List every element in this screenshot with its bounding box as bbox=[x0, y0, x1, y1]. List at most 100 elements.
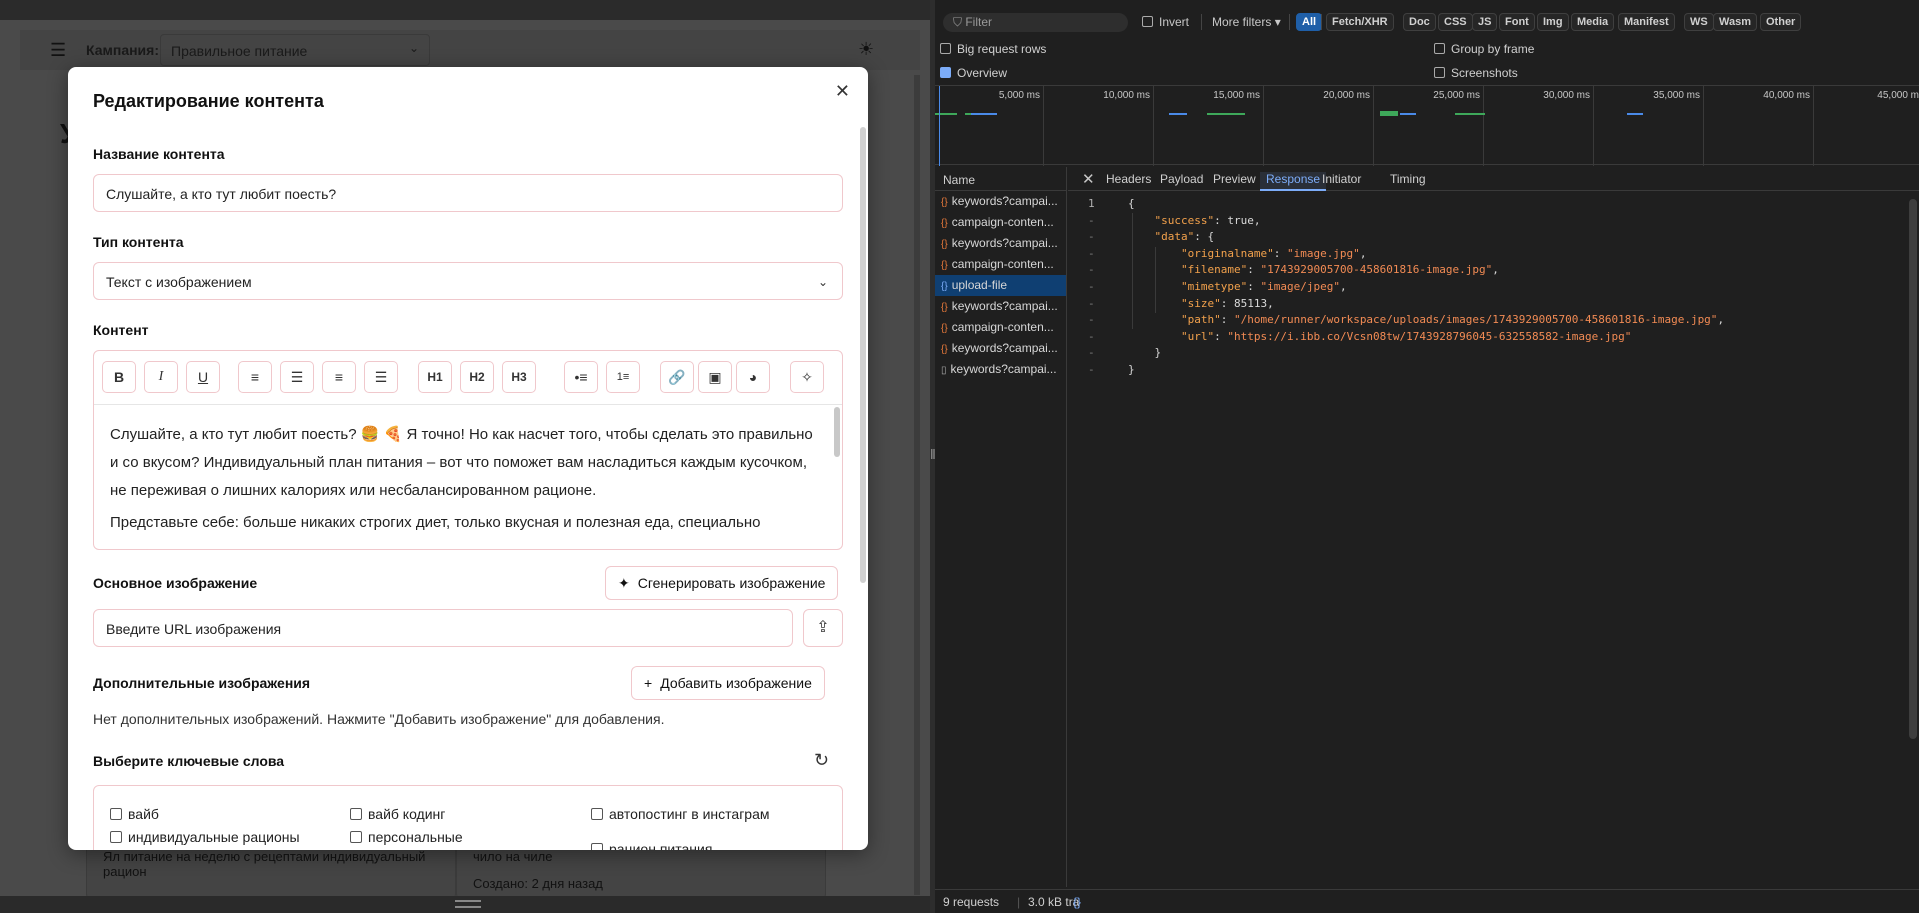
request-row[interactable]: {} campaign-conten... bbox=[935, 317, 1066, 338]
checkbox-icon[interactable] bbox=[1142, 16, 1153, 27]
checkbox-icon[interactable] bbox=[1434, 67, 1445, 78]
filter-chip-font[interactable]: Font bbox=[1499, 13, 1535, 31]
checkbox-icon[interactable] bbox=[110, 831, 122, 843]
tab-headers[interactable]: Headers bbox=[1106, 172, 1151, 186]
theme-toggle-icon[interactable]: ☀ bbox=[858, 39, 874, 60]
filter-chip-css[interactable]: CSS bbox=[1438, 13, 1473, 31]
xhr-icon: {} bbox=[941, 239, 948, 250]
bold-button[interactable]: B bbox=[102, 361, 136, 393]
refresh-icon[interactable]: ↻ bbox=[814, 750, 829, 771]
keyword-checkbox[interactable]: рацион питания bbox=[591, 841, 712, 850]
checkbox-icon[interactable] bbox=[350, 808, 362, 820]
request-name: keywords?campai... bbox=[950, 362, 1057, 376]
add-image-button[interactable]: + Добавить изображение bbox=[631, 666, 825, 700]
content-name-input[interactable]: Слушайте, а кто тут любит поесть? bbox=[93, 174, 843, 212]
filter-chip-ws[interactable]: WS bbox=[1684, 13, 1714, 31]
keyword-checkbox[interactable]: автопостинг в инстаграм bbox=[591, 806, 770, 822]
checkbox-icon[interactable] bbox=[350, 831, 362, 843]
bullet-list-button[interactable]: •≡ bbox=[564, 361, 598, 393]
justify-button[interactable]: ☰ bbox=[364, 361, 398, 393]
request-row[interactable]: {} keywords?campai... bbox=[935, 233, 1066, 254]
menu-icon[interactable]: ☰ bbox=[50, 40, 66, 60]
italic-button[interactable]: I bbox=[144, 361, 178, 393]
align-right-button[interactable]: ≡ bbox=[322, 361, 356, 393]
timeline-tick-label: 30,000 ms bbox=[1543, 90, 1590, 101]
request-row[interactable]: {} campaign-conten... bbox=[935, 212, 1066, 233]
filter-input[interactable]: ⛉ Filter bbox=[943, 13, 1128, 32]
timeline-cursor bbox=[939, 86, 940, 166]
network-overview-timeline[interactable]: 5,000 ms 10,000 ms 15,000 ms 20,000 ms 2… bbox=[935, 85, 1919, 166]
request-row[interactable]: {} keywords?campai... bbox=[935, 191, 1066, 212]
keyword-checkbox[interactable]: вайб кодинг bbox=[350, 806, 445, 822]
close-icon[interactable]: ✕ bbox=[835, 81, 850, 102]
upload-icon[interactable]: ⇪ bbox=[803, 609, 843, 647]
image-button[interactable]: ▣ bbox=[698, 361, 732, 393]
filter-chip-wasm[interactable]: Wasm bbox=[1713, 13, 1757, 31]
checkbox-icon[interactable] bbox=[591, 808, 603, 820]
image-url-input[interactable]: Введите URL изображения bbox=[93, 609, 793, 647]
palette-button[interactable]: ◕ bbox=[736, 361, 770, 393]
response-body[interactable]: 1{ - "success": true, - "data": { - "ori… bbox=[1068, 197, 1908, 380]
link-button[interactable]: 🔗 bbox=[660, 361, 694, 393]
invert-checkbox[interactable]: Invert bbox=[1142, 15, 1189, 29]
drag-handle-icon[interactable] bbox=[455, 900, 481, 908]
request-row-selected[interactable]: {} upload-file bbox=[935, 275, 1066, 296]
big-request-rows-checkbox[interactable]: Big request rows bbox=[940, 42, 1046, 56]
checkbox-checked-icon[interactable] bbox=[940, 67, 951, 78]
align-left-button[interactable]: ≡ bbox=[238, 361, 272, 393]
tab-timing[interactable]: Timing bbox=[1390, 172, 1426, 186]
filter-chip-fetch-xhr[interactable]: Fetch/XHR bbox=[1326, 13, 1394, 31]
option-label: Screenshots bbox=[1451, 66, 1518, 80]
editor-scrollbar[interactable] bbox=[834, 407, 840, 457]
request-row[interactable]: {} campaign-conten... bbox=[935, 254, 1066, 275]
heading-1-button[interactable]: H1 bbox=[418, 361, 452, 393]
tab-initiator[interactable]: Initiator bbox=[1322, 172, 1361, 186]
keyword-checkbox[interactable]: индивидуальные рационы bbox=[110, 829, 300, 845]
request-row[interactable]: ▯ keywords?campai... bbox=[935, 359, 1066, 380]
keyword-checkbox[interactable]: вайб bbox=[110, 806, 159, 822]
pretty-print-icon[interactable]: {} bbox=[1073, 895, 1081, 909]
checkbox-icon[interactable] bbox=[591, 843, 603, 850]
group-by-frame-checkbox[interactable]: Group by frame bbox=[1434, 42, 1534, 56]
align-center-button[interactable]: ☰ bbox=[280, 361, 314, 393]
keyword-checkbox[interactable]: персональные bbox=[350, 829, 463, 845]
tab-preview[interactable]: Preview bbox=[1213, 172, 1256, 186]
tab-response[interactable]: Response bbox=[1260, 172, 1327, 191]
heading-3-button[interactable]: H3 bbox=[502, 361, 536, 393]
checkbox-icon[interactable] bbox=[940, 43, 951, 54]
filter-chip-js[interactable]: JS bbox=[1472, 13, 1498, 31]
no-images-note: Нет дополнительных изображений. Нажмите … bbox=[93, 711, 665, 727]
generate-image-button[interactable]: ✦ Сгенерировать изображение bbox=[605, 566, 839, 600]
ordered-list-button[interactable]: 1≡ bbox=[606, 361, 640, 393]
more-filters-dropdown[interactable]: More filters ▾ bbox=[1212, 15, 1281, 29]
campaign-select[interactable]: Правильное питание ⌄ bbox=[160, 34, 430, 66]
filter-chip-other[interactable]: Other bbox=[1760, 13, 1802, 31]
tab-payload[interactable]: Payload bbox=[1160, 172, 1203, 186]
heading-2-button[interactable]: H2 bbox=[460, 361, 494, 393]
rich-text-editor[interactable]: B I U ≡ ☰ ≡ ☰ H1 H2 H3 •≡ 1≡ 🔗 ▣ ◕ ✧ Слу… bbox=[93, 350, 843, 550]
content-type-select[interactable]: Текст с изображением ⌄ bbox=[93, 262, 843, 300]
filter-chip-img[interactable]: Img bbox=[1537, 13, 1569, 31]
name-column-header[interactable]: Name bbox=[935, 167, 1066, 191]
status-bar: 9 requests | 3.0 kB tra {} bbox=[935, 889, 1919, 913]
response-scrollbar[interactable] bbox=[1909, 199, 1917, 739]
close-icon[interactable]: ✕ bbox=[1082, 170, 1095, 188]
underline-button[interactable]: U bbox=[186, 361, 220, 393]
screenshots-checkbox[interactable]: Screenshots bbox=[1434, 66, 1518, 80]
dialog-scrollbar[interactable] bbox=[860, 127, 866, 583]
checkbox-icon[interactable] bbox=[110, 808, 122, 820]
page-scrollbar[interactable] bbox=[914, 75, 920, 895]
editor-paragraph: Представьте себе: больше никаких строгих… bbox=[110, 514, 761, 531]
checkbox-icon[interactable] bbox=[1434, 43, 1445, 54]
request-row[interactable]: {} keywords?campai... bbox=[935, 296, 1066, 317]
magic-wand-button[interactable]: ✧ bbox=[790, 361, 824, 393]
bottom-drawer-handle[interactable] bbox=[0, 896, 930, 913]
timeline-gridline bbox=[1153, 86, 1154, 166]
request-row[interactable]: {} keywords?campai... bbox=[935, 338, 1066, 359]
filter-chip-all[interactable]: All bbox=[1296, 13, 1323, 31]
filter-chip-manifest[interactable]: Manifest bbox=[1618, 13, 1675, 31]
overview-checkbox[interactable]: Overview bbox=[940, 66, 1007, 80]
filter-chip-doc[interactable]: Doc bbox=[1403, 13, 1436, 31]
editor-content[interactable]: Слушайте, а кто тут любит поесть? 🍔 🍕 Я … bbox=[110, 421, 820, 541]
filter-chip-media[interactable]: Media bbox=[1571, 13, 1615, 31]
